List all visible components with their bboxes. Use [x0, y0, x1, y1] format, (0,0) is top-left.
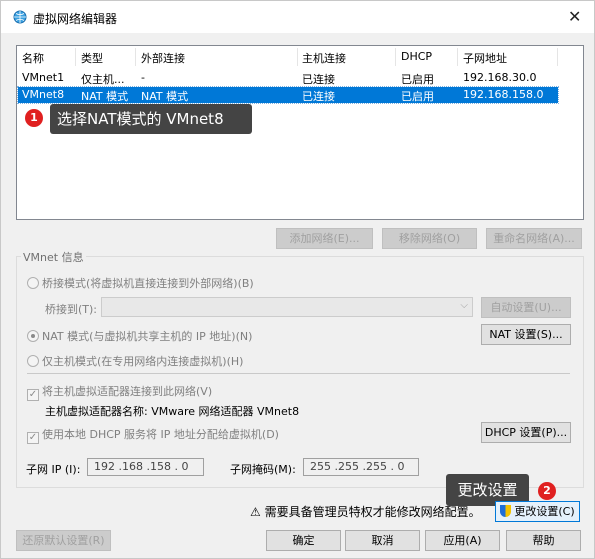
host-only-radio[interactable]: 仅主机模式(在专用网络内连接虚拟机)(H): [27, 353, 243, 369]
divider: [27, 373, 570, 374]
nat-mode-radio[interactable]: NAT 模式(与虚拟机共享主机的 IP 地址)(N): [27, 328, 252, 344]
close-icon[interactable]: ✕: [568, 7, 581, 26]
table-row[interactable]: VMnet1 仅主机... - 已连接 已启用 192.168.30.0: [18, 70, 558, 86]
cell-type: 仅主机...: [81, 73, 125, 86]
adapter-name-label: 主机虚拟适配器名称: VMware 网络适配器 VMnet8: [45, 405, 300, 418]
dhcp-settings-button[interactable]: DHCP 设置(P)...: [481, 422, 571, 443]
cell-host: 已连接: [302, 90, 335, 103]
cell-subnet: 192.168.158.0: [463, 88, 544, 101]
change-settings-button[interactable]: 更改设置(C): [495, 501, 580, 522]
cell-dhcp: 已启用: [401, 90, 434, 103]
auto-settings-button[interactable]: 自动设置(U)...: [481, 297, 571, 318]
change-settings-label: 更改设置(C): [514, 505, 575, 518]
cell-dhcp: 已启用: [401, 73, 434, 86]
column-header-host[interactable]: 主机连接: [302, 50, 346, 66]
annotation-badge-1: 1: [25, 109, 43, 127]
nat-settings-button[interactable]: NAT 设置(S)...: [481, 324, 571, 345]
checkmark-icon: ✓: [27, 389, 39, 401]
connect-adapter-checkbox[interactable]: ✓ 将主机虚拟适配器连接到此网络(V): [27, 383, 212, 401]
help-button[interactable]: 帮助: [506, 530, 581, 551]
subnet-mask-label: 子网掩码(M):: [230, 463, 296, 476]
checkmark-icon: ✓: [27, 432, 39, 444]
table-row-selected[interactable]: VMnet8 NAT 模式 NAT 模式 已连接 已启用 192.168.158…: [17, 86, 559, 104]
add-network-button[interactable]: 添加网络(E)...: [276, 228, 373, 249]
connect-adapter-label: 将主机虚拟适配器连接到此网络(V): [42, 385, 213, 398]
warning-text: 需要具备管理员特权才能修改网络配置。: [264, 505, 481, 519]
network-globe-icon: [13, 10, 27, 24]
annotation-badge-2: 2: [538, 482, 556, 500]
nat-mode-label: NAT 模式(与虚拟机共享主机的 IP 地址)(N): [42, 330, 253, 343]
cell-subnet: 192.168.30.0: [463, 71, 537, 84]
column-header-subnet[interactable]: 子网地址: [463, 50, 507, 66]
cell-name: VMnet8: [22, 88, 65, 101]
host-only-label: 仅主机模式(在专用网络内连接虚拟机)(H): [42, 355, 244, 368]
ok-button[interactable]: 确定: [266, 530, 341, 551]
bridge-to-label: 桥接到(T):: [45, 303, 98, 316]
cell-external: -: [141, 71, 145, 84]
annotation-callout-1: 选择NAT模式的 VMnet8: [50, 104, 252, 134]
column-header-dhcp[interactable]: DHCP: [401, 50, 432, 63]
window-title: 虚拟网络编辑器: [33, 12, 118, 26]
use-dhcp-checkbox[interactable]: ✓ 使用本地 DHCP 服务将 IP 地址分配给虚拟机(D): [27, 426, 279, 444]
radio-unchecked-icon: [27, 277, 39, 289]
use-dhcp-label: 使用本地 DHCP 服务将 IP 地址分配给虚拟机(D): [42, 428, 279, 441]
title-bar: 虚拟网络编辑器 ✕: [1, 1, 594, 33]
restore-defaults-button[interactable]: 还原默认设置(R): [16, 530, 111, 551]
bridge-mode-label: 桥接模式(将虚拟机直接连接到外部网络)(B): [42, 277, 254, 290]
warning-message: ⚠ 需要具备管理员特权才能修改网络配置。: [250, 503, 481, 520]
column-header-external[interactable]: 外部连接: [141, 50, 185, 66]
remove-network-button[interactable]: 移除网络(O): [382, 228, 477, 249]
cell-external: NAT 模式: [141, 90, 189, 103]
bridge-to-select[interactable]: ⌵: [101, 297, 473, 317]
radio-checked-icon: [27, 330, 39, 342]
subnet-ip-label: 子网 IP (I):: [26, 463, 81, 476]
cell-host: 已连接: [302, 73, 335, 86]
bridge-mode-radio[interactable]: 桥接模式(将虚拟机直接连接到外部网络)(B): [27, 275, 254, 291]
warning-icon: ⚠: [250, 505, 261, 519]
column-header-type[interactable]: 类型: [81, 50, 103, 66]
vmnet-info-title: VMnet 信息: [21, 249, 86, 265]
subnet-mask-field[interactable]: 255 .255 .255 . 0: [303, 458, 419, 476]
cell-name: VMnet1: [22, 71, 65, 84]
cell-type: NAT 模式: [81, 90, 129, 103]
cancel-button[interactable]: 取消: [345, 530, 420, 551]
apply-button[interactable]: 应用(A): [425, 530, 500, 551]
admin-shield-icon: [500, 505, 512, 517]
virtual-network-editor-window: 虚拟网络编辑器 ✕ 名称 类型 外部连接 主机连接 DHCP 子网地址 VMne…: [0, 0, 595, 559]
subnet-ip-field[interactable]: 192 .168 .158 . 0: [87, 458, 204, 476]
rename-network-button[interactable]: 重命名网络(A)...: [486, 228, 582, 249]
column-header-name[interactable]: 名称: [22, 50, 44, 66]
radio-unchecked-icon: [27, 355, 39, 367]
chevron-down-icon: ⌵: [460, 300, 468, 311]
